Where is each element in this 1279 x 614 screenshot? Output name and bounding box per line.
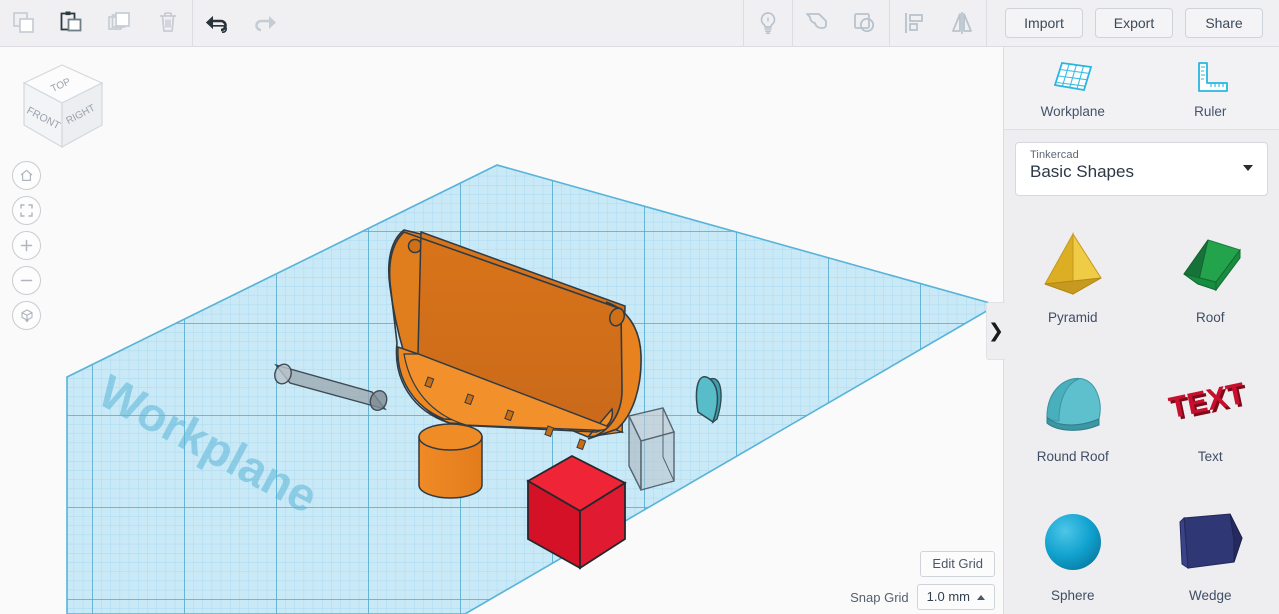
share-button[interactable]: Share (1185, 8, 1263, 38)
arrange-tool-group (890, 0, 986, 47)
ruler-tool[interactable]: Ruler (1142, 47, 1279, 129)
hint-tool-group (744, 0, 792, 47)
shape-item-sphere[interactable]: Sphere (1004, 488, 1142, 614)
perspective-toggle-button[interactable] (12, 301, 41, 330)
shape-library-dropdown[interactable]: Tinkercad Basic Shapes (1015, 142, 1268, 196)
lightbulb-icon[interactable] (744, 0, 792, 47)
chevron-up-icon (977, 594, 985, 600)
library-owner-label: Tinkercad (1030, 149, 1079, 161)
workplane-icon (1053, 62, 1092, 92)
copy-icon[interactable] (0, 0, 48, 47)
shape-label-pyramid: Pyramid (1047, 310, 1098, 325)
paste-icon[interactable] (48, 0, 96, 47)
toolbar-actions: Import Export Share (987, 8, 1279, 38)
zoom-in-button[interactable] (12, 231, 41, 260)
edit-tool-group (0, 0, 192, 47)
ruler-icon (1198, 62, 1229, 92)
wedge-shape-icon (1162, 494, 1258, 586)
shape-item-text[interactable]: TEXT TEXT Text (1142, 349, 1279, 488)
history-tool-group (193, 0, 289, 47)
viewport-nav-buttons (6, 155, 54, 330)
library-name-label: Basic Shapes (1030, 162, 1134, 181)
workplane-tool[interactable]: Workplane (1004, 47, 1142, 129)
duplicate-icon[interactable] (96, 0, 144, 47)
snap-grid-select[interactable]: 1.0 mm (916, 584, 995, 610)
shape-label-sphere: Sphere (1050, 588, 1095, 603)
shape-label-wedge: Wedge (1188, 588, 1232, 603)
zoom-out-button[interactable] (12, 266, 41, 295)
roof-shape-icon (1162, 216, 1258, 308)
shape-item-wedge[interactable]: Wedge (1142, 488, 1279, 614)
undo-icon[interactable] (193, 0, 241, 47)
shapes-panel: ❯ Workplane Ruler Tinkercad Basic Shapes… (986, 47, 1279, 614)
sphere-shape-icon (1025, 494, 1121, 586)
ruler-tool-label: Ruler (1194, 104, 1227, 119)
redo-icon[interactable] (241, 0, 289, 47)
panel-tools: Workplane Ruler (1004, 47, 1279, 130)
grid-controls: Edit Grid Snap Grid 1.0 mm (850, 551, 995, 610)
top-toolbar: Import Export Share (0, 0, 1279, 47)
snap-grid-label: Snap Grid (850, 589, 909, 605)
group-icon[interactable] (793, 0, 841, 47)
shape-item-pyramid[interactable]: Pyramid (1004, 210, 1142, 349)
ungroup-icon[interactable] (841, 0, 889, 47)
shape-label-round-roof: Round Roof (1036, 449, 1109, 464)
panel-collapse-handle[interactable]: ❯ (986, 302, 1005, 360)
workplane-tool-label: Workplane (1040, 104, 1105, 119)
3d-scene[interactable]: Workplane (0, 47, 1003, 614)
group-tool-group (793, 0, 889, 47)
orange-cylinder-object[interactable] (418, 423, 483, 499)
gray-box-object[interactable] (627, 407, 675, 491)
import-button[interactable]: Import (1005, 8, 1083, 38)
shape-library-grid: Pyramid Roof Round Roof TEXT TEXT Text S… (1004, 210, 1279, 614)
shape-label-roof: Roof (1195, 310, 1225, 325)
delete-icon[interactable] (144, 0, 192, 47)
mirror-icon[interactable] (938, 0, 986, 47)
export-button[interactable]: Export (1095, 8, 1173, 38)
shape-item-round-roof[interactable]: Round Roof (1004, 349, 1142, 488)
chevron-down-icon (1243, 165, 1253, 171)
snap-grid-value: 1.0 mm (926, 589, 970, 604)
round-roof-shape-icon (1025, 355, 1121, 447)
3d-viewport[interactable]: Workplane TOP FRONT RIGHT Edit Grid Snap… (0, 47, 1003, 614)
align-icon[interactable] (890, 0, 938, 47)
text-shape-icon: TEXT TEXT (1162, 355, 1258, 447)
shape-item-roof[interactable]: Roof (1142, 210, 1279, 349)
fit-to-view-button[interactable] (12, 196, 41, 225)
pyramid-shape-icon (1025, 216, 1121, 308)
tinkercad-app: Import Export Share Workplane TOP FRONT … (0, 0, 1279, 614)
edit-grid-button[interactable]: Edit Grid (920, 551, 995, 577)
snap-grid-row: Snap Grid 1.0 mm (850, 584, 995, 610)
shape-label-text: Text (1197, 449, 1223, 464)
home-view-button[interactable] (12, 161, 41, 190)
view-cube[interactable]: TOP FRONT RIGHT (14, 59, 110, 159)
